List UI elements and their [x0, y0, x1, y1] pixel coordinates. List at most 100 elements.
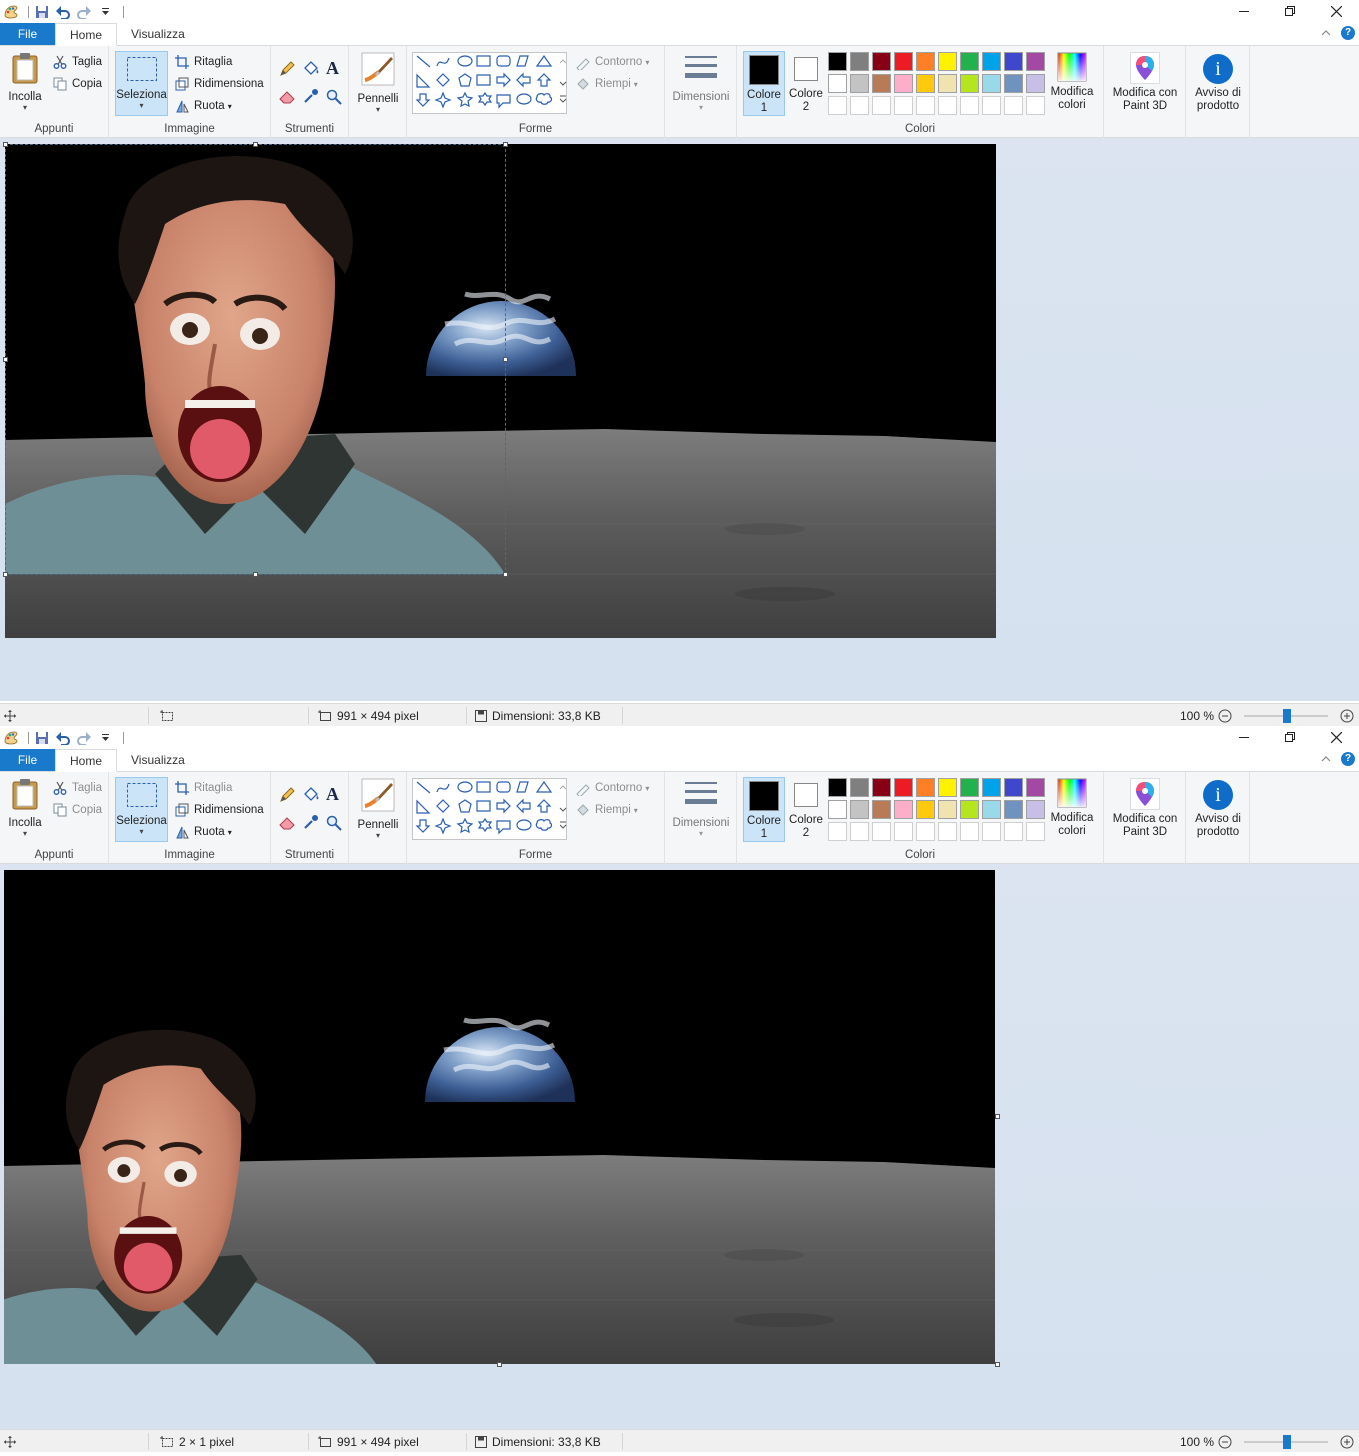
palette-swatch[interactable]: [1004, 52, 1023, 71]
shapes-scroll-icon[interactable]: [559, 58, 567, 104]
close-button[interactable]: [1313, 0, 1359, 22]
palette-swatch[interactable]: [1004, 822, 1023, 841]
selection-handle[interactable]: [253, 572, 258, 577]
palette-swatch[interactable]: [938, 800, 957, 819]
palette-swatch[interactable]: [872, 800, 891, 819]
tab-view[interactable]: Visualizza: [117, 749, 199, 771]
eraser-icon[interactable]: [279, 90, 297, 104]
collapse-ribbon-icon[interactable]: [1321, 756, 1331, 762]
copy-button[interactable]: Copia: [52, 800, 102, 820]
palette-swatch[interactable]: [1026, 96, 1045, 115]
palette-swatch[interactable]: [916, 52, 935, 71]
shapes-scroll-icon[interactable]: [559, 784, 567, 830]
palette-swatch[interactable]: [828, 96, 847, 115]
paste-button[interactable]: Incolla ▾: [5, 778, 45, 838]
outline-button[interactable]: Contorno ▾: [575, 52, 649, 72]
tab-file[interactable]: File: [0, 23, 55, 45]
zoom-slider-thumb[interactable]: [1283, 1435, 1291, 1449]
color2-button[interactable]: Colore 2: [787, 54, 825, 116]
text-tool-icon[interactable]: A: [326, 58, 339, 79]
paint-app-icon[interactable]: [2, 4, 18, 20]
palette-swatch[interactable]: [828, 52, 847, 71]
palette-swatch[interactable]: [938, 96, 957, 115]
palette-swatch[interactable]: [982, 96, 1001, 115]
palette-swatch[interactable]: [982, 778, 1001, 797]
select-button[interactable]: Seleziona ▾: [115, 777, 168, 842]
palette-swatch[interactable]: [1004, 800, 1023, 819]
selection-handle[interactable]: [253, 142, 258, 147]
canvas-resize-handle[interactable]: [497, 1362, 502, 1367]
palette-swatch[interactable]: [872, 778, 891, 797]
palette-swatch[interactable]: [1004, 74, 1023, 93]
collapse-ribbon-icon[interactable]: [1321, 30, 1331, 36]
color-picker-icon[interactable]: [303, 88, 319, 104]
size-button[interactable]: Dimensioni ▾: [669, 54, 733, 112]
palette-swatch[interactable]: [850, 52, 869, 71]
tab-file[interactable]: File: [0, 749, 55, 771]
palette-swatch[interactable]: [872, 96, 891, 115]
palette-swatch[interactable]: [828, 822, 847, 841]
size-button[interactable]: Dimensioni ▾: [669, 780, 733, 838]
rotate-button[interactable]: Ruota ▾: [174, 96, 232, 116]
help-icon[interactable]: ?: [1341, 26, 1355, 40]
selection-handle[interactable]: [3, 357, 8, 362]
selection-handle[interactable]: [503, 357, 508, 362]
fill-button[interactable]: Riempi ▾: [575, 800, 638, 820]
copy-button[interactable]: Copia: [52, 74, 102, 94]
palette-swatch[interactable]: [916, 800, 935, 819]
palette-swatch[interactable]: [850, 800, 869, 819]
palette-swatch[interactable]: [850, 778, 869, 797]
palette-swatch[interactable]: [982, 74, 1001, 93]
selection-handle[interactable]: [3, 142, 8, 147]
customize-toolbar-chevron-icon[interactable]: [97, 730, 113, 746]
palette-swatch[interactable]: [982, 822, 1001, 841]
palette-swatch[interactable]: [1026, 778, 1045, 797]
selection-rectangle[interactable]: [5, 144, 506, 575]
text-tool-icon[interactable]: A: [326, 784, 339, 805]
palette-swatch[interactable]: [960, 778, 979, 797]
palette-swatch[interactable]: [1026, 52, 1045, 71]
palette-swatch[interactable]: [828, 800, 847, 819]
fill-button[interactable]: Riempi ▾: [575, 74, 638, 94]
brushes-button[interactable]: Pennelli ▾: [354, 52, 402, 114]
color2-button[interactable]: Colore 2: [787, 780, 825, 842]
palette-swatch[interactable]: [960, 74, 979, 93]
paste-button[interactable]: Incolla ▾: [5, 52, 45, 112]
palette-swatch[interactable]: [1004, 778, 1023, 797]
palette-swatch[interactable]: [938, 74, 957, 93]
zoom-slider-thumb[interactable]: [1283, 709, 1291, 723]
magnifier-icon[interactable]: [326, 815, 342, 831]
palette-swatch[interactable]: [828, 74, 847, 93]
undo-icon[interactable]: [55, 730, 71, 746]
palette-swatch[interactable]: [850, 74, 869, 93]
fill-bucket-icon[interactable]: [302, 787, 320, 803]
canvas-resize-handle[interactable]: [995, 1114, 1000, 1119]
palette-swatch[interactable]: [1004, 96, 1023, 115]
minimize-button[interactable]: [1221, 0, 1267, 22]
palette-swatch[interactable]: [894, 52, 913, 71]
palette-swatch[interactable]: [938, 52, 957, 71]
crop-button[interactable]: Ritaglia: [174, 778, 232, 798]
palette-swatch[interactable]: [1026, 800, 1045, 819]
palette-swatch[interactable]: [894, 800, 913, 819]
product-notice-button[interactable]: i Avviso di prodotto: [1188, 52, 1248, 113]
palette-swatch[interactable]: [960, 822, 979, 841]
magnifier-icon[interactable]: [326, 89, 342, 105]
palette-swatch[interactable]: [872, 822, 891, 841]
selection-handle[interactable]: [3, 572, 8, 577]
restore-button[interactable]: [1267, 0, 1313, 22]
palette-swatch[interactable]: [982, 52, 1001, 71]
crop-button[interactable]: Ritaglia: [174, 52, 232, 72]
minimize-button[interactable]: [1221, 726, 1267, 748]
fill-bucket-icon[interactable]: [302, 61, 320, 77]
outline-button[interactable]: Contorno ▾: [575, 778, 649, 798]
color-picker-icon[interactable]: [303, 814, 319, 830]
save-icon[interactable]: [34, 730, 50, 746]
color1-button[interactable]: Colore 1: [743, 777, 785, 842]
palette-swatch[interactable]: [916, 74, 935, 93]
redo-icon[interactable]: [76, 4, 92, 20]
cut-button[interactable]: Taglia: [52, 778, 102, 798]
eraser-icon[interactable]: [279, 816, 297, 830]
close-button[interactable]: [1313, 726, 1359, 748]
edit-with-paint3d-button[interactable]: Modifica con Paint 3D: [1106, 52, 1184, 113]
